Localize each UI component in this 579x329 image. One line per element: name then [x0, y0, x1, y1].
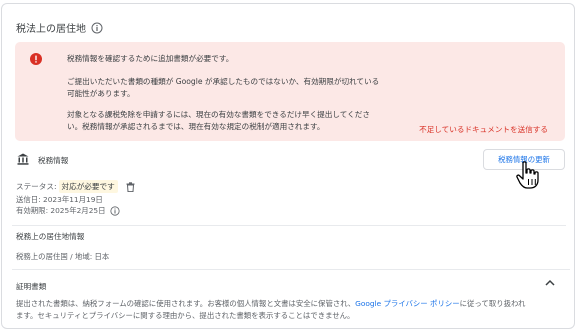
expiry-line: 有効期限: 2025年2月25日 [16, 205, 120, 216]
divider [12, 269, 570, 270]
hand-pointer-icon [516, 161, 539, 189]
alert-body-line: ご提出いただいた書類の種類が Google が承認したものではないか、有効期限が… [67, 77, 380, 86]
additional-documents-alert: 税務情報を確認するために追加書類が必要です。 ご提出いただいた書類の種類が Go… [15, 42, 565, 141]
proof-description: 提出された書類は、納税フォームの確認に使用されます。お客様の個人情報と文書は安全… [16, 298, 525, 309]
alert-headline: 税務情報を確認するために追加書類が必要です。 [67, 54, 234, 63]
trash-icon[interactable] [126, 181, 135, 192]
proof-description-text: に従って取り扱われ [459, 299, 526, 308]
residency-heading: 税務上の居住地情報 [16, 232, 85, 241]
expiry-date: 有効期限: 2025年2月25日 [16, 206, 106, 215]
send-missing-documents-link[interactable]: 不足しているドキュメントを送信する [419, 124, 548, 135]
alert-body-line: い。税務情報が承認されるまでは、現在有効な規定の税制が適用されます。 [67, 122, 325, 131]
proof-heading: 証明書類 [16, 282, 47, 291]
alert-body-line: 可能性があります。 [67, 89, 135, 98]
privacy-policy-link[interactable]: Google プライバシー ポリシー [355, 299, 460, 308]
sent-date: 送信日: 2023年11月19日 [16, 195, 103, 204]
chevron-up-icon[interactable] [544, 278, 556, 288]
info-icon[interactable] [109, 205, 120, 216]
proof-description-text: 提出された書類は、納税フォームの確認に使用されます。お客様の個人情報と文書は安全… [16, 299, 356, 308]
status-label: ステータス: [16, 182, 57, 191]
residency-country: 税務上の居住国 / 地域: 日本 [16, 252, 110, 261]
error-icon [30, 53, 42, 65]
status-badge: 対応が必要です [58, 180, 118, 193]
proof-description-line2: ます。セキュリティとプライバシーに関する理由から、提出された書類を表示することは… [16, 311, 355, 320]
section-header: 税法上の居住地 [16, 20, 103, 35]
bank-icon [17, 153, 29, 165]
section-title: 税法上の居住地 [16, 24, 86, 35]
alert-body-line: 対象となる課税免除を申請するには、現在の有効な書類をできるだけ早く提出してくださ [67, 110, 370, 119]
divider [12, 225, 566, 226]
info-icon[interactable] [91, 22, 103, 34]
status-line: ステータス: 対応が必要です [16, 180, 135, 193]
tax-info-label: 税務情報 [38, 156, 69, 165]
